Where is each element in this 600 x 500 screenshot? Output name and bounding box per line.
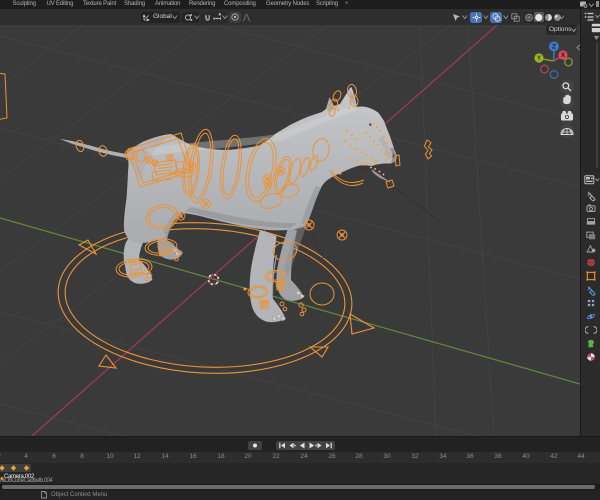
svg-text:X: X [561,53,565,59]
svg-text:Z: Z [552,45,556,51]
svg-text:Y: Y [537,56,541,62]
